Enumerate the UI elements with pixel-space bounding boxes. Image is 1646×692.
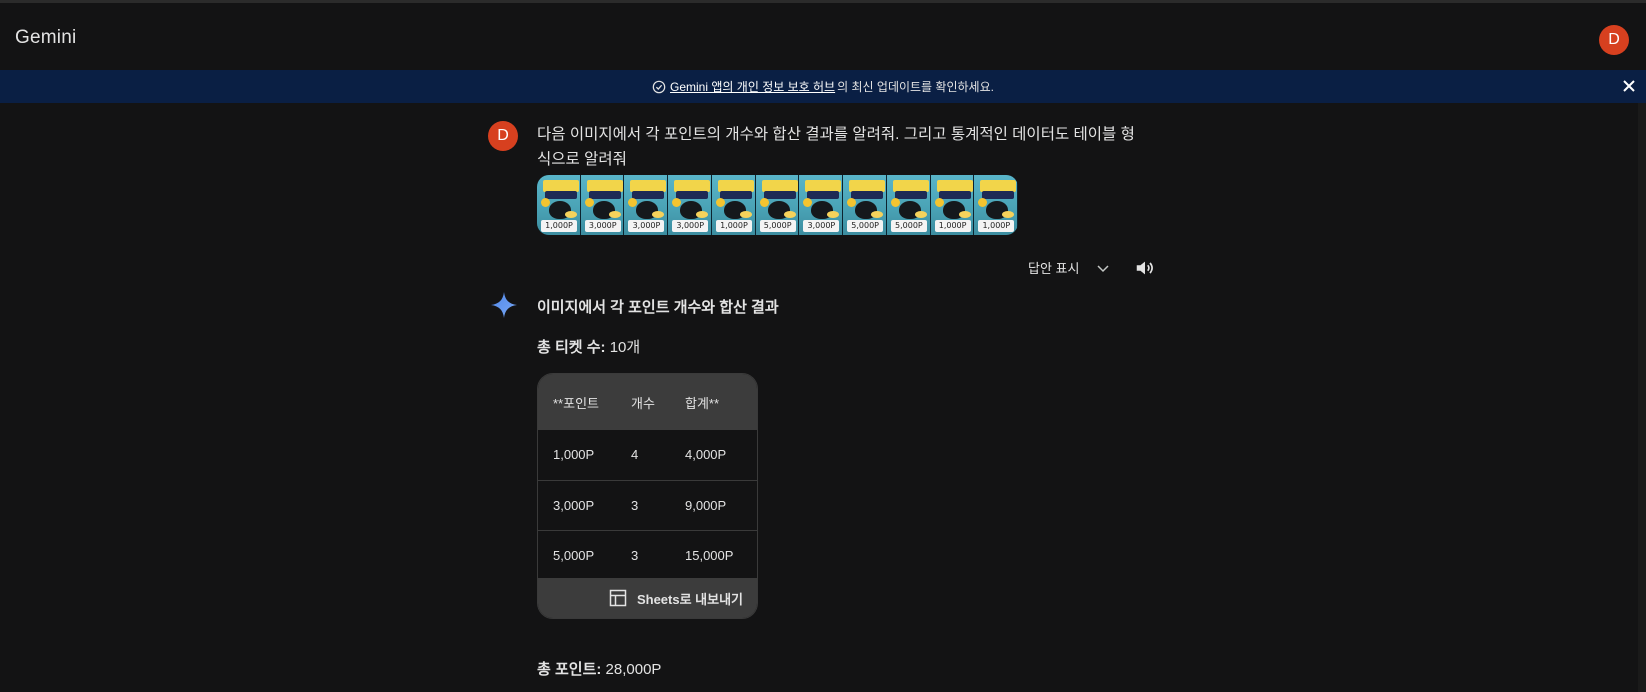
export-to-sheets-button[interactable]: Sheets로 내보내기	[538, 578, 757, 618]
table-cell: 15,000P	[670, 529, 757, 580]
total-points: 총 포인트: 28,000P	[537, 658, 661, 679]
table-cell: 1,000P	[553, 447, 595, 463]
chevron-down-icon	[1097, 264, 1109, 272]
account-avatar[interactable]: D	[1599, 25, 1629, 55]
points-table: **포인트 개수 합계** 1,000P 4 4,000P 3,000P 3 9…	[538, 374, 757, 580]
table-cell: 3,000P	[538, 479, 616, 530]
export-label: Sheets로 내보내기	[636, 591, 743, 607]
ticket-point-label: 3,000P	[628, 220, 665, 232]
privacy-banner: Gemini 앱의 개인 정보 보호 허브 의 최신 업데이트를 확인하세요.	[0, 70, 1646, 103]
ticket-thumbnail: 3,000P	[668, 175, 712, 235]
response-heading: 이미지에서 각 포인트 개수와 합산 결과	[537, 299, 779, 316]
ticket-thumbnail: 5,000P	[886, 175, 931, 235]
table-row: 3,000P 3 9,000P	[538, 479, 757, 530]
scrollbar[interactable]	[1638, 103, 1646, 692]
ticket-thumbnail: 5,000P	[755, 175, 800, 235]
table-cell: 4,000P	[685, 447, 727, 463]
banner-text: 의 최신 업데이트를 확인하세요.	[837, 80, 994, 94]
column-header-sum: 합계**	[670, 374, 757, 430]
table-cell: 4	[631, 447, 639, 463]
ticket-thumbnail: 5,000P	[843, 175, 887, 235]
table-row: 5,000P 3 15,000P	[538, 529, 757, 580]
ticket-point-label: 3,000P	[672, 220, 709, 232]
gemini-sparkle-icon	[491, 292, 517, 318]
table-cell: 3	[616, 529, 670, 580]
ticket-point-label: 1,000P	[934, 220, 971, 232]
table-cell: 5,000P	[538, 529, 616, 580]
top-bar: Gemini D	[0, 0, 1646, 70]
table-cell: 9,000P	[670, 479, 757, 530]
column-header-count: 개수	[616, 374, 670, 430]
ticket-point-label: 5,000P	[759, 220, 796, 232]
ticket-point-label: 5,000P	[890, 220, 927, 232]
ticket-point-label: 3,000P	[803, 220, 840, 232]
app-title[interactable]: Gemini	[15, 27, 76, 49]
ticket-thumbnail: 1,000P	[711, 175, 756, 235]
table-row: 1,000P 4 4,000P	[538, 430, 757, 480]
ticket-point-label: 1,000P	[541, 220, 577, 232]
points-table-card: **포인트 개수 합계** 1,000P 4 4,000P 3,000P 3 9…	[537, 373, 758, 619]
speaker-icon[interactable]	[1134, 257, 1156, 279]
ticket-point-label: 3,000P	[584, 220, 621, 232]
ticket-thumbnail: 1,000P	[537, 175, 581, 235]
ticket-thumbnail: 3,000P	[580, 175, 625, 235]
user-prompt-text: 다음 이미지에서 각 포인트의 개수와 합산 결과를 알려줘. 그리고 통계적인…	[537, 126, 1135, 168]
show-drafts-label: 답안 표시	[1028, 261, 1080, 276]
total-points-value: 28,000P	[605, 661, 662, 678]
close-icon[interactable]	[1620, 77, 1638, 95]
show-drafts-button[interactable]: 답안 표시	[1028, 258, 1111, 277]
privacy-hub-link[interactable]: Gemini 앱의 개인 정보 보호 허브	[670, 78, 835, 95]
ticket-thumbnail: 3,000P	[624, 175, 669, 235]
table-icon	[609, 589, 627, 607]
total-points-label: 총 포인트:	[537, 661, 602, 678]
user-avatar: D	[488, 121, 518, 151]
ticket-point-label: 5,000P	[847, 220, 884, 232]
column-header-points: **포인트	[538, 374, 616, 430]
ticket-thumbnail: 1,000P	[930, 175, 975, 235]
total-tickets-value: 10개	[609, 339, 641, 356]
ticket-point-label: 1,000P	[978, 220, 1015, 232]
total-tickets: 총 티켓 수: 10개	[537, 336, 640, 357]
ticket-point-label: 1,000P	[715, 220, 752, 232]
ticket-thumbnail: 3,000P	[799, 175, 844, 235]
ticket-thumbnail: 1,000P	[974, 175, 1018, 235]
uploaded-image[interactable]: 1,000P 3,000P 3,000P 3,000P 1,000P 5,000P 3,00…	[537, 175, 1018, 235]
total-tickets-label: 총 티켓 수:	[537, 339, 606, 356]
check-circle-icon	[652, 80, 666, 93]
table-cell: 3	[616, 479, 670, 530]
table-header-row: **포인트 개수 합계**	[538, 374, 757, 430]
